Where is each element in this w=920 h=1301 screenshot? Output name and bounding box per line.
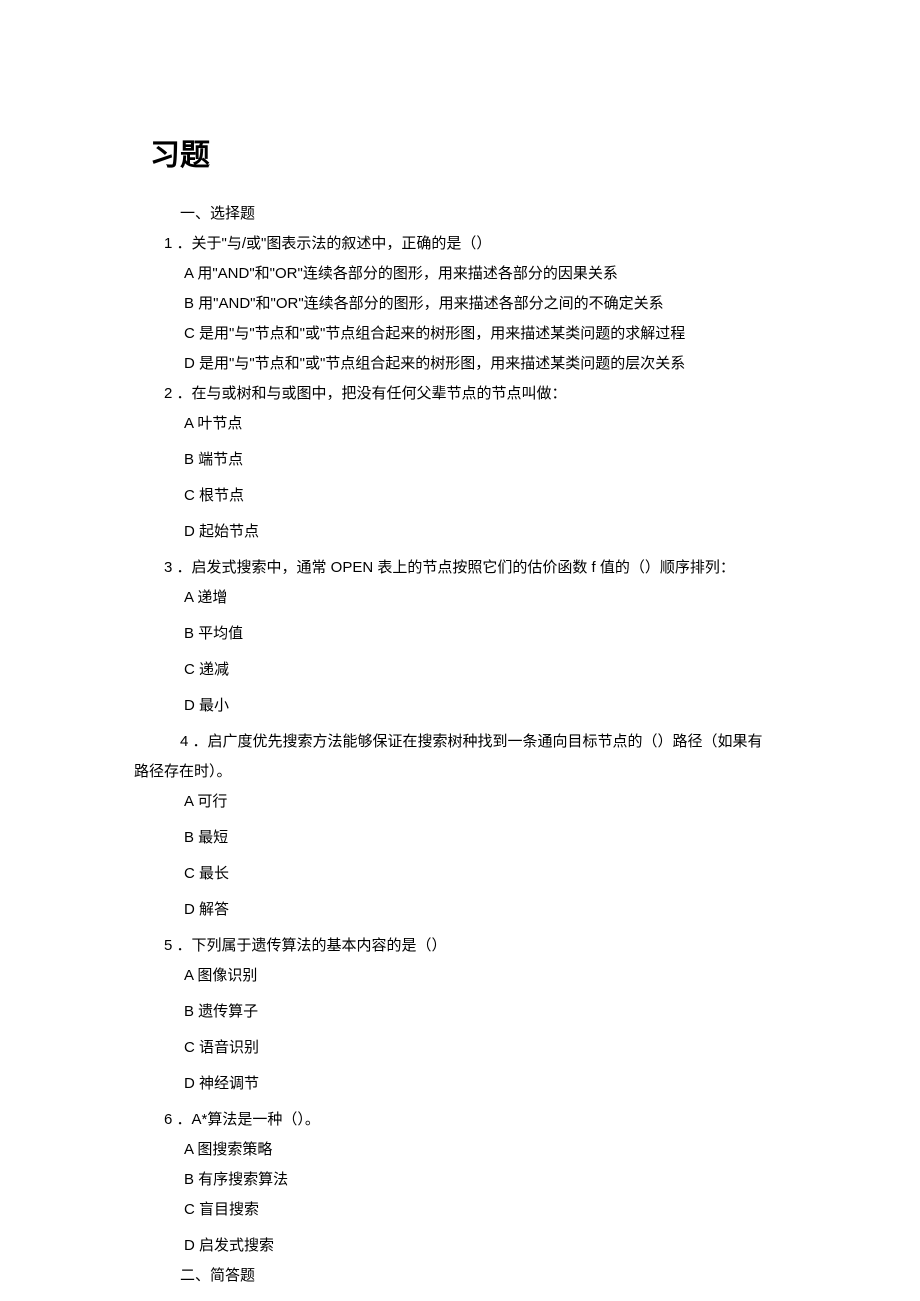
- q1-option-d: D 是用"与"节点和"或"节点组合起来的树形图，用来描述某类问题的层次关系: [184, 352, 780, 376]
- question-4-stem-line2: 路径存在时）。: [134, 760, 780, 784]
- question-number: 5: [164, 937, 172, 954]
- q5-option-d: D 神经调节: [184, 1072, 780, 1096]
- question-text: ．下列属于遗传算法的基本内容的是（）: [177, 937, 447, 954]
- q2-option-d: D 起始节点: [184, 520, 780, 544]
- q3-option-d: D 最小: [184, 694, 780, 718]
- q2-option-a: A 叶节点: [184, 412, 780, 436]
- q6-option-d: D 启发式搜索: [184, 1234, 780, 1258]
- q1-option-b: B 用"AND"和"OR"连续各部分的图形，用来描述各部分之间的不确定关系: [184, 292, 780, 316]
- q5-option-b: B 遗传算子: [184, 1000, 780, 1024]
- q4-option-b: B 最短: [184, 826, 780, 850]
- question-2-stem: 2 ．在与或树和与或图中，把没有任何父辈节点的节点叫做：: [164, 382, 780, 406]
- q1-option-a: A 用"AND"和"OR"连续各部分的图形，用来描述各部分的因果关系: [184, 262, 780, 286]
- question-3-stem: 3 ．启发式搜索中，通常 OPEN 表上的节点按照它们的估价函数 f 值的（）顺…: [164, 556, 780, 580]
- q2-option-b: B 端节点: [184, 448, 780, 472]
- section-header-1: 一、选择题: [180, 202, 780, 226]
- section-header-2: 二、简答题: [180, 1264, 780, 1288]
- q4-option-a: A 可行: [184, 790, 780, 814]
- q6-option-b: B 有序搜索算法: [184, 1168, 780, 1192]
- q4-option-d: D 解答: [184, 898, 780, 922]
- question-5-stem: 5 ．下列属于遗传算法的基本内容的是（）: [164, 934, 780, 958]
- question-text: ．启广度优先搜索方法能够保证在搜索树种找到一条通向目标节点的（）路径（如果有: [193, 733, 763, 750]
- question-number: 2: [164, 385, 172, 402]
- question-1-stem: 1 ．关于"与/或"图表示法的叙述中，正确的是（）: [164, 232, 780, 256]
- question-number: 4: [180, 733, 188, 750]
- q5-option-c: C 语音识别: [184, 1036, 780, 1060]
- question-4-stem-line1: 4 ．启广度优先搜索方法能够保证在搜索树种找到一条通向目标节点的（）路径（如果有: [180, 730, 780, 754]
- question-text: ．在与或树和与或图中，把没有任何父辈节点的节点叫做：: [177, 385, 567, 402]
- q6-option-c: C 盲目搜索: [184, 1198, 780, 1222]
- question-text: ．关于"与/或"图表示法的叙述中，正确的是（）: [177, 235, 492, 252]
- question-number: 6: [164, 1111, 172, 1128]
- question-text: ．启发式搜索中，通常 OPEN 表上的节点按照它们的估价函数 f 值的（）顺序排…: [177, 559, 735, 576]
- question-number: 1: [164, 235, 172, 252]
- question-number: 3: [164, 559, 172, 576]
- q5-option-a: A 图像识别: [184, 964, 780, 988]
- q1-option-c: C 是用"与"节点和"或"节点组合起来的树形图，用来描述某类问题的求解过程: [184, 322, 780, 346]
- question-text: ．A*算法是一种（）。: [177, 1111, 320, 1128]
- question-6-stem: 6 ．A*算法是一种（）。: [164, 1108, 780, 1132]
- q4-option-c: C 最长: [184, 862, 780, 886]
- page-title: 习题: [150, 130, 780, 174]
- q3-option-a: A 递增: [184, 586, 780, 610]
- q2-option-c: C 根节点: [184, 484, 780, 508]
- q3-option-b: B 平均值: [184, 622, 780, 646]
- q3-option-c: C 递减: [184, 658, 780, 682]
- q6-option-a: A 图搜索策略: [184, 1138, 780, 1162]
- document-page: 习题 一、选择题 1 ．关于"与/或"图表示法的叙述中，正确的是（） A 用"A…: [150, 130, 780, 1294]
